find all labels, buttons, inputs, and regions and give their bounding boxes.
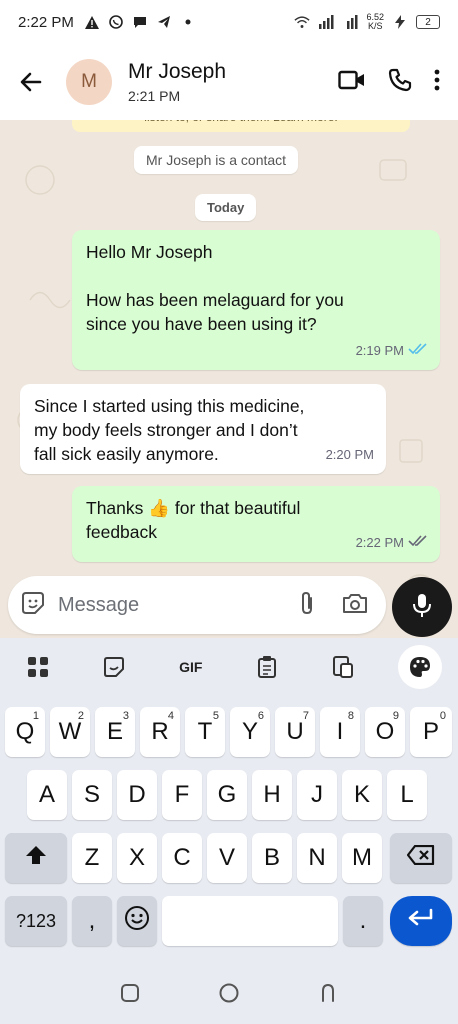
contact-name: Mr Joseph: [128, 60, 227, 83]
palette-icon[interactable]: [397, 645, 442, 689]
key-f[interactable]: F: [162, 770, 202, 820]
clipboard-icon[interactable]: [245, 645, 289, 689]
key-g[interactable]: G: [207, 770, 247, 820]
status-bar: 2:22 PM 6.52 K/S 2: [0, 0, 458, 44]
key-q[interactable]: 1Q: [5, 707, 45, 757]
message-outgoing[interactable]: Hello Mr Joseph How has been melaguard f…: [72, 230, 440, 370]
key-c[interactable]: C: [162, 833, 202, 883]
key-x[interactable]: X: [117, 833, 157, 883]
composer: Message: [0, 572, 458, 638]
backspace-icon: [406, 844, 435, 872]
sticker-emoji-icon[interactable]: [20, 590, 46, 621]
key-h[interactable]: H: [252, 770, 292, 820]
back-nav-icon[interactable]: [317, 982, 339, 1009]
key-k[interactable]: K: [342, 770, 382, 820]
recents-icon[interactable]: [119, 982, 141, 1009]
camera-icon[interactable]: [342, 592, 368, 619]
message-line: [86, 264, 426, 288]
key-w[interactable]: 2W: [50, 707, 90, 757]
date-chip: Today: [195, 194, 257, 221]
comma-key[interactable]: ,: [72, 896, 112, 946]
key-b[interactable]: B: [252, 833, 292, 883]
message-time: 2:22 PM: [355, 535, 404, 550]
sticker-icon[interactable]: [92, 645, 136, 689]
space-key[interactable]: [162, 896, 338, 946]
shift-key[interactable]: [5, 833, 67, 883]
contact-info[interactable]: Mr Joseph 2:21 PM: [128, 60, 226, 104]
mic-button[interactable]: [392, 577, 452, 637]
chat-area[interactable]: listen to, or share them. Learn more. Mr…: [0, 120, 458, 638]
backspace-key[interactable]: [390, 833, 452, 883]
key-t[interactable]: 5T: [185, 707, 225, 757]
key-n[interactable]: N: [297, 833, 337, 883]
key-i[interactable]: 8I: [320, 707, 360, 757]
contact-avatar[interactable]: M: [66, 59, 112, 105]
emoji-key[interactable]: [117, 896, 157, 946]
key-a[interactable]: A: [27, 770, 67, 820]
delivered-receipt-icon: [408, 531, 428, 555]
more-options-icon[interactable]: [434, 69, 440, 96]
chat-header: M Mr Joseph 2:21 PM: [0, 44, 458, 120]
signal-icon: [318, 14, 334, 30]
key-s[interactable]: S: [72, 770, 112, 820]
message-time: 2:20 PM: [325, 447, 374, 462]
message-input[interactable]: Message: [8, 576, 386, 634]
roaming-signal-icon: [342, 14, 358, 30]
message-line: my body feels stronger and I don’t: [34, 420, 298, 440]
translate-icon[interactable]: [321, 645, 365, 689]
video-call-icon[interactable]: [338, 69, 366, 96]
message-time: 2:19 PM: [355, 343, 404, 358]
key-r[interactable]: 4R: [140, 707, 180, 757]
message-line: Thanks 👍 for that beautiful: [86, 498, 301, 518]
message-placeholder: Message: [58, 593, 140, 616]
message-line: since you have been using it?: [86, 314, 317, 334]
symbols-key[interactable]: ?123: [5, 896, 67, 946]
key-d[interactable]: D: [117, 770, 157, 820]
chat-notification-icon: [132, 14, 148, 30]
more-notifications-dot-icon: [180, 14, 196, 30]
message-line: How has been melaguard for you: [86, 290, 344, 310]
message-incoming[interactable]: Since I started using this medicine, my …: [20, 384, 386, 474]
key-l[interactable]: L: [387, 770, 427, 820]
apps-grid-icon[interactable]: [16, 645, 60, 689]
encryption-banner[interactable]: listen to, or share them. Learn more.: [72, 120, 410, 132]
microphone-icon: [412, 592, 432, 623]
read-receipt-icon: [408, 339, 428, 363]
system-nav-bar: [0, 966, 458, 1024]
telegram-icon: [156, 14, 172, 30]
key-v[interactable]: V: [207, 833, 247, 883]
network-speed: 6.52 K/S: [366, 12, 384, 31]
key-y[interactable]: 6Y: [230, 707, 270, 757]
back-arrow-icon[interactable]: [18, 69, 44, 95]
warning-icon: [84, 14, 100, 30]
voice-call-icon[interactable]: [388, 68, 412, 97]
key-u[interactable]: 7U: [275, 707, 315, 757]
key-m[interactable]: M: [342, 833, 382, 883]
status-time: 2:22 PM: [18, 13, 74, 31]
home-icon[interactable]: [218, 982, 240, 1009]
key-z[interactable]: Z: [72, 833, 112, 883]
enter-key[interactable]: [390, 896, 452, 946]
keyboard-toolbar: GIF: [0, 638, 458, 696]
battery-level: 2: [416, 15, 440, 29]
message-line: Hello Mr Joseph: [86, 242, 213, 262]
message-line: fall sick easily anymore.: [34, 444, 219, 464]
key-o[interactable]: 9O: [365, 707, 405, 757]
contact-chip: Mr Joseph is a contact: [134, 146, 299, 174]
gif-button[interactable]: GIF: [169, 645, 213, 689]
attach-icon[interactable]: [298, 590, 316, 621]
last-seen: 2:21 PM: [128, 88, 181, 104]
key-j[interactable]: J: [297, 770, 337, 820]
message-line: Since I started using this medicine,: [34, 396, 305, 416]
key-p[interactable]: 0P: [410, 707, 452, 757]
wifi-icon: [294, 14, 311, 30]
key-e[interactable]: 3E: [95, 707, 135, 757]
enter-return-icon: [407, 907, 435, 935]
shift-arrow-icon: [25, 844, 47, 872]
smiley-icon: [124, 905, 150, 938]
whatsapp-notification-icon: [108, 14, 124, 30]
charging-bolt-icon: [392, 14, 408, 30]
period-key[interactable]: .: [343, 896, 383, 946]
message-outgoing[interactable]: Thanks 👍 for that beautiful feedback 2:2…: [72, 486, 440, 562]
